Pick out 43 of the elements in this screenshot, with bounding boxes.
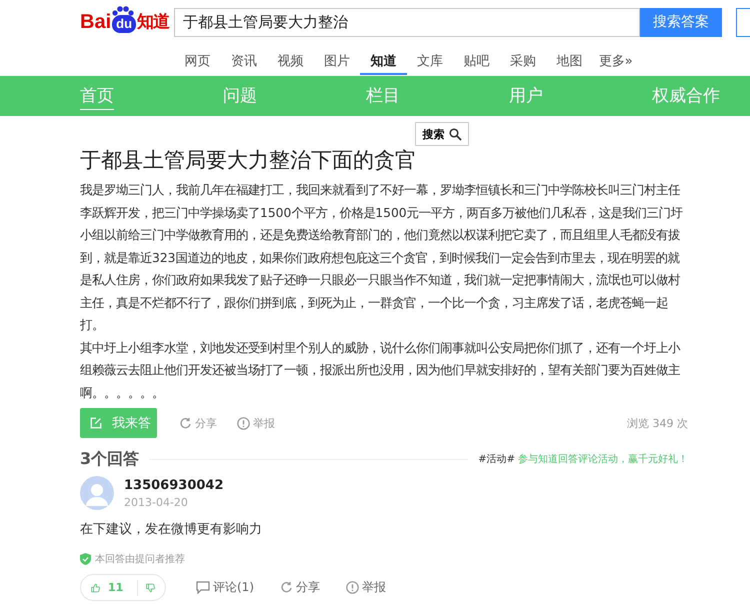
nav-tab[interactable]: 更多» xyxy=(592,44,639,75)
nav-tab[interactable]: 图片 xyxy=(314,44,360,75)
nav-tab[interactable]: 采购 xyxy=(500,44,546,75)
question-text: 其中圩上小组李水堂，刘地发还受到村里个别人的威胁，说什么你们闹事就叫公安局把你们抓了，还有一个圩上小组赖薇云去阻止他们开发还被当场打了一顿，报派出所也没用，因为他们早就安排好的，望有关部门要为百姓做主啊。。。。。。 xyxy=(80,340,682,402)
floating-search-button[interactable]: 搜索 xyxy=(415,122,469,146)
share-link[interactable]: 分享 xyxy=(179,416,217,430)
nav-tab[interactable]: 地图 xyxy=(546,44,592,75)
share-icon xyxy=(179,416,192,430)
answer-text: 在下建议，发在微博更有影响力 xyxy=(80,521,263,538)
answer-count: 3个回答 xyxy=(80,448,140,470)
avatar-icon xyxy=(80,476,114,510)
web-search-button[interactable] xyxy=(736,8,750,36)
question-title: 于都县土管局要大力整治下面的贪官 xyxy=(80,147,417,174)
report-link[interactable]: 举报 xyxy=(237,416,275,430)
view-count: 浏览 349 次 xyxy=(627,416,688,430)
report-icon xyxy=(237,416,250,430)
share-link[interactable]: 分享 xyxy=(280,579,320,596)
report-icon xyxy=(346,581,359,594)
search-button[interactable]: 搜索答案 xyxy=(640,8,722,36)
edit-icon xyxy=(90,416,102,430)
search-icon xyxy=(448,128,462,140)
answer-date: 2013-04-20 xyxy=(124,496,189,509)
report-link[interactable]: 举报 xyxy=(346,579,386,596)
thumbs-down-icon xyxy=(146,580,155,594)
nav-tab[interactable]: 贴吧 xyxy=(453,44,500,75)
logo-badge: du xyxy=(112,15,136,33)
shield-icon xyxy=(80,553,91,565)
logo-text: 知道 xyxy=(137,11,170,33)
nav-tab[interactable]: 视频 xyxy=(267,44,314,75)
share-icon xyxy=(280,581,293,594)
user-name[interactable]: 13506930042 xyxy=(124,478,224,493)
comment-icon xyxy=(196,581,210,594)
search-field[interactable]: 于都县土管局要大力整治 xyxy=(174,8,640,36)
comment-link[interactable]: 评论(1) xyxy=(196,579,254,596)
recommended-label: 本回答由提问者推荐 xyxy=(95,552,185,566)
nav-tab[interactable]: 网页 xyxy=(174,44,220,75)
nav-tab[interactable]: 文库 xyxy=(406,44,453,75)
logo-text: Bai xyxy=(80,11,112,33)
question-text: 我是罗坳三门人，我前几年在福建打工，我回来就看到了不好一幕，罗坳李恒镇长和三门中学陈校长叫三门村主任李跃辉开发，把三门中学操场卖了1500个平方，价格是1500元一平方，两百多万被他们几私吞，这是我们三门圩小组以前给三门中学做教育用的，还是免费送给教育部门的，他们竟然以权谋利把它卖了，而且组里人毛都没有拔到，就是靠近323国道边的地皮，如果你们政府想包庇这三个贪官，到时候我们一定会告到市里去，现在明罢的就是私人住房，你们政府如果我发了贴子还睁一只眼必一只眼当作不知道，我们就一定把事情闹大，流氓也可以做村主任，真是不烂都不行了，跟你们拼到底，到死为止，一群贪官，一个比一个贪，习主席发了话，老虎苍蝇一起打。 xyxy=(80,182,684,334)
upvote-count: 11 xyxy=(108,581,124,594)
activity-tag: #活动# xyxy=(478,452,515,466)
nav-tab[interactable]: 资讯 xyxy=(220,44,267,75)
paw-icon xyxy=(112,6,134,16)
